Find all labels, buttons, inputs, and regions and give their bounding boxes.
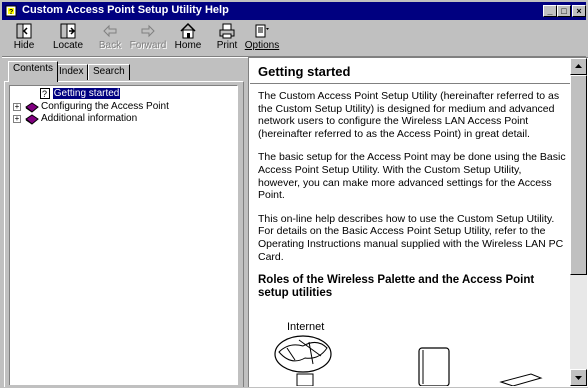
scroll-up-button[interactable] [570,58,587,75]
print-label: Print [216,40,238,51]
tree-item-label: Getting started [52,88,121,100]
tab-index-label: Index [59,66,84,77]
back-arrow-icon [103,24,117,38]
help-window: ? Custom Access Point Setup Utility Help… [0,0,588,387]
window-title: Custom Access Point Setup Utility Help [22,4,229,16]
expand-toggle[interactable]: + [13,103,21,111]
hide-label: Hide [13,40,35,51]
back-label: Back [98,40,122,51]
tab-search[interactable]: Search [88,64,130,80]
tree-item-label: Configuring the Access Point [41,101,169,112]
options-icon [255,24,269,38]
book-icon [25,102,39,113]
expand-toggle[interactable]: + [13,115,21,123]
topic-body: The Custom Access Point Setup Utility (h… [258,90,566,306]
forward-arrow-icon [141,24,155,38]
scroll-up-arrow-icon [575,64,582,68]
tree-item-getting-started[interactable]: ? Getting started [40,88,121,100]
paragraph: The Custom Access Point Setup Utility (h… [258,90,560,140]
home-button[interactable]: Home [168,21,208,55]
figure-label: Internet [287,321,324,333]
tab-strip: Contents Index Search [4,60,244,82]
topic-pane: Getting started The Custom Access Point … [248,57,588,387]
modem-icon [296,373,314,386]
locate-label: Locate [52,40,84,51]
minimize-button[interactable]: _ [543,5,557,17]
printer-icon [219,23,235,39]
locate-icon [60,23,76,39]
locate-button[interactable]: Locate [48,21,88,55]
toolbar: Hide Locate Back Forward Home Print Opti… [2,20,586,56]
back-button[interactable]: Back [90,21,130,55]
laptop-icon [499,373,543,386]
contents-panel: ? Getting started + Configuring the Acce… [4,81,244,387]
svg-text:?: ? [9,9,13,16]
tree-item-label: Additional information [41,113,138,124]
home-label: Home [174,40,202,51]
tab-contents-label: Contents [13,63,54,74]
topic-title: Getting started [258,64,351,79]
topic-header: Getting started [250,59,570,84]
globe-icon [274,335,332,373]
help-page-icon: ? [40,88,50,99]
hide-button[interactable]: Hide [4,21,44,55]
access-point-icon [418,347,450,386]
forward-label: Forward [129,40,167,51]
help-app-icon: ? [5,5,17,17]
hide-icon [16,23,32,39]
forward-button[interactable]: Forward [128,21,168,55]
vertical-scrollbar[interactable] [570,58,587,386]
svg-text:?: ? [42,89,47,99]
scroll-down-arrow-icon [575,376,582,380]
options-label: Options [244,40,280,51]
navigation-pane: Contents Index Search ? Getting started [4,60,244,387]
book-icon [25,114,39,125]
home-icon [180,22,196,39]
scroll-down-button[interactable] [570,369,587,386]
maximize-button[interactable]: □ [557,5,571,17]
options-button[interactable]: Options [242,21,282,55]
paragraph: The basic setup for the Access Point may… [258,151,566,202]
scroll-thumb[interactable] [570,75,587,275]
tab-index[interactable]: Index [54,64,89,80]
print-button[interactable]: Print [207,21,247,55]
close-button[interactable]: × [572,5,586,17]
paragraph: This on-line help describes how to use t… [258,212,564,263]
contents-tree[interactable]: ? Getting started + Configuring the Acce… [9,85,238,385]
section-heading: Roles of the Wireless Palette and the Ac… [258,274,535,300]
tab-search-label: Search [93,66,125,77]
network-diagram-illustration: Internet [274,321,543,386]
tab-contents[interactable]: Contents [8,61,59,82]
title-bar[interactable]: ? Custom Access Point Setup Utility Help… [2,2,586,20]
